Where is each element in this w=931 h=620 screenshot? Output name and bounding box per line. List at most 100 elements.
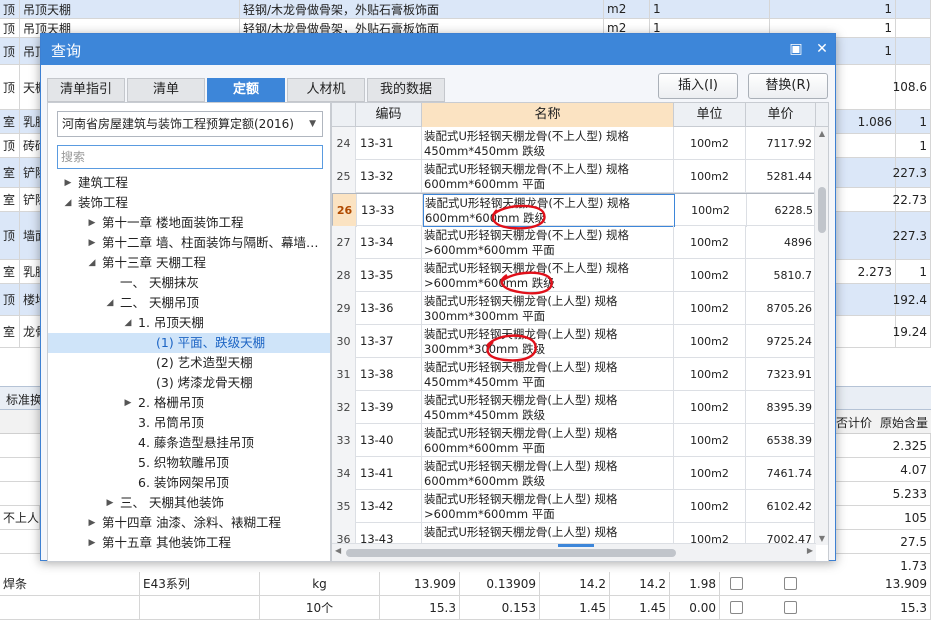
row-number: 34: [332, 457, 356, 490]
quota-name: 装配式U形轻钢天棚龙骨(上人型) 规格 450mm*450mm 平面: [422, 358, 674, 391]
checkbox[interactable]: [730, 601, 743, 614]
tree-item[interactable]: ▶ 建筑工程: [48, 173, 330, 193]
chevron-right-icon[interactable]: ▶: [104, 493, 116, 513]
quota-name-line1: 装配式U形轻钢天棚龙骨(上人型) 规格: [424, 525, 618, 539]
table-row[interactable]: 29 13-36 装配式U形轻钢天棚龙骨(上人型) 规格 300mm*300mm 平面…: [332, 292, 816, 325]
background-cell: 室: [0, 260, 20, 283]
table-row[interactable]: 30 13-37 装配式U形轻钢天棚龙骨(上人型) 规格 300mm*300mm 跌级…: [332, 325, 816, 358]
header-price[interactable]: 单价: [746, 103, 816, 127]
background-cell: [876, 19, 931, 37]
table-row[interactable]: 24 13-31 装配式U形轻钢天棚龙骨(不上人型) 规格 450mm*450mm 跌…: [332, 127, 816, 160]
quota-unit: 100m2: [674, 358, 746, 391]
quota-name: 装配式U形轻钢天棚龙骨(上人型) 规格 >600mm*600mm 平面: [422, 490, 674, 523]
table-row[interactable]: 31 13-38 装配式U形轻钢天棚龙骨(上人型) 规格 450mm*450mm 平面…: [332, 358, 816, 391]
insert-button[interactable]: 插入(I): [658, 73, 738, 99]
tab-my-data[interactable]: 我的数据: [367, 78, 445, 102]
background-cell: 室: [0, 188, 20, 211]
quota-price: 4896: [746, 226, 816, 259]
close-icon[interactable]: ✕: [813, 40, 831, 58]
quota-name-line1: 装配式U形轻钢天棚龙骨(上人型) 规格: [424, 459, 618, 473]
checkbox[interactable]: [784, 601, 797, 614]
chevron-right-icon[interactable]: ▶: [86, 213, 98, 233]
tree-item[interactable]: ▶ 第十一章 楼地面装饰工程: [48, 213, 330, 233]
chevron-right-icon[interactable]: ▶: [86, 233, 98, 253]
tab-bill[interactable]: 清单: [127, 78, 205, 102]
material-cell: 焊条: [0, 572, 140, 595]
tree-item[interactable]: ◢ 二、 天棚吊顶: [48, 293, 330, 313]
scroll-right-icon[interactable]: ▶: [807, 546, 813, 555]
quota-name-line2: 450mm*450mm 跌级: [424, 144, 546, 158]
chevron-down-icon[interactable]: ◢: [122, 313, 134, 333]
row-number: 30: [332, 325, 356, 358]
lower-tab-label[interactable]: 标准换: [6, 391, 42, 408]
dialog-titlebar[interactable]: 查询 ▣ ✕: [41, 34, 835, 65]
tab-labor-material[interactable]: 人材机: [287, 78, 365, 102]
tree-item[interactable]: ▶ 第十四章 油漆、涂料、裱糊工程: [48, 513, 330, 533]
chevron-right-icon[interactable]: ▶: [122, 393, 134, 413]
maximize-icon[interactable]: ▣: [787, 40, 805, 58]
chevron-down-icon[interactable]: ◢: [104, 293, 116, 313]
replace-button[interactable]: 替换(R): [748, 73, 828, 99]
tree-item[interactable]: ◢ 1. 吊顶天棚: [48, 313, 330, 333]
table-row[interactable]: 32 13-39 装配式U形轻钢天棚龙骨(上人型) 规格 450mm*450mm 跌级…: [332, 391, 816, 424]
background-row[interactable]: 顶吊顶天棚 轻钢/木龙骨做骨架，外贴石膏板饰面 m2 1 1: [0, 0, 931, 19]
chevron-right-icon[interactable]: ▶: [86, 513, 98, 533]
quota-name: 装配式U形轻钢天棚龙骨(不上人型) 规格 600mm*600mm 跌级: [423, 194, 675, 227]
header-no-price[interactable]: 否计价: [836, 414, 872, 431]
horizontal-scroll-thumb[interactable]: [346, 549, 676, 557]
quota-price: 6538.39: [746, 424, 816, 457]
quota-price: 8395.39: [746, 391, 816, 424]
tree-item[interactable]: (1) 平面、跌级天棚: [48, 333, 330, 353]
tree-item[interactable]: 5. 织物软雕吊顶: [48, 453, 330, 473]
tree-item[interactable]: (3) 烤漆龙骨天棚: [48, 373, 330, 393]
table-row[interactable]: 28 13-35 装配式U形轻钢天棚龙骨(不上人型) 规格 >600mm*600mm …: [332, 259, 816, 292]
table-row[interactable]: 27 13-34 装配式U形轻钢天棚龙骨(不上人型) 规格 >600mm*600mm …: [332, 226, 816, 259]
material-row[interactable]: 焊条 E43系列 kg 13.909 0.13909 14.2 14.2 1.98 13.909: [0, 572, 931, 596]
dialog-title: 查询: [51, 42, 82, 60]
scroll-up-icon[interactable]: ▲: [815, 129, 828, 138]
background-cell: [876, 38, 931, 64]
material-cell: kg: [260, 572, 380, 595]
tree-item[interactable]: 4. 藤条造型悬挂吊顶: [48, 433, 330, 453]
tree-item[interactable]: 一、 天棚抹灰: [48, 273, 330, 293]
quota-unit: 100m2: [674, 226, 746, 259]
header-name[interactable]: 名称: [422, 103, 674, 127]
tree-item[interactable]: ▶ 第十五章 其他装饰工程: [48, 533, 330, 553]
chevron-right-icon[interactable]: ▶: [62, 173, 74, 193]
tree-item[interactable]: ▶ 2. 格栅吊顶: [48, 393, 330, 413]
material-cell: 13.909: [380, 572, 460, 595]
checkbox[interactable]: [784, 577, 797, 590]
scroll-down-icon[interactable]: ▼: [815, 534, 828, 543]
checkbox[interactable]: [730, 577, 743, 590]
search-input[interactable]: 搜索: [57, 145, 323, 169]
vertical-scrollbar[interactable]: ▲ ▼: [814, 127, 828, 545]
header-code[interactable]: 编码: [356, 103, 422, 127]
horizontal-scrollbar[interactable]: ◀ ▶: [332, 543, 816, 561]
scroll-left-icon[interactable]: ◀: [335, 546, 341, 555]
tree-item[interactable]: ▶ 三、 天棚其他装饰: [48, 493, 330, 513]
chevron-down-icon[interactable]: ◢: [86, 253, 98, 273]
table-row[interactable]: 26 13-33 装配式U形轻钢天棚龙骨(不上人型) 规格 600mm*600mm 跌…: [332, 193, 817, 227]
chevron-right-icon[interactable]: ▶: [86, 533, 98, 553]
quota-library-select[interactable]: 河南省房屋建筑与装饰工程预算定额(2016) ▼: [57, 111, 323, 137]
header-unit[interactable]: 单位: [674, 103, 746, 127]
tree-item[interactable]: (2) 艺术造型天棚: [48, 353, 330, 373]
tree-item[interactable]: ▶ 第十二章 墙、柱面装饰与隔断、幕墙…: [48, 233, 330, 253]
splitter-handle[interactable]: [558, 544, 594, 547]
material-row[interactable]: 10个 15.3 0.153 1.45 1.45 0.00 15.3: [0, 596, 931, 620]
tab-quota[interactable]: 定额: [207, 78, 285, 102]
tree-item[interactable]: 3. 吊筒吊顶: [48, 413, 330, 433]
tree-item[interactable]: ◢ 装饰工程: [48, 193, 330, 213]
table-row[interactable]: 33 13-40 装配式U形轻钢天棚龙骨(上人型) 规格 600mm*600mm 平面…: [332, 424, 816, 457]
tree-item-label: 第十五章 其他装饰工程: [102, 535, 231, 550]
table-row[interactable]: 35 13-42 装配式U形轻钢天棚龙骨(上人型) 规格 >600mm*600mm 平…: [332, 490, 816, 523]
chevron-down-icon[interactable]: ◢: [62, 193, 74, 213]
tree-item[interactable]: 6. 装饰网架吊顶: [48, 473, 330, 493]
header-original-qty[interactable]: 原始含量: [880, 414, 928, 431]
vertical-scroll-thumb[interactable]: [818, 187, 826, 233]
quota-code: 13-36: [356, 292, 422, 325]
table-row[interactable]: 25 13-32 装配式U形轻钢天棚龙骨(不上人型) 规格 600mm*600mm 平…: [332, 160, 816, 193]
tab-bill-guide[interactable]: 清单指引: [47, 78, 125, 102]
tree-item[interactable]: ◢ 第十三章 天棚工程: [48, 253, 330, 273]
table-row[interactable]: 34 13-41 装配式U形轻钢天棚龙骨(上人型) 规格 600mm*600mm 跌级…: [332, 457, 816, 490]
